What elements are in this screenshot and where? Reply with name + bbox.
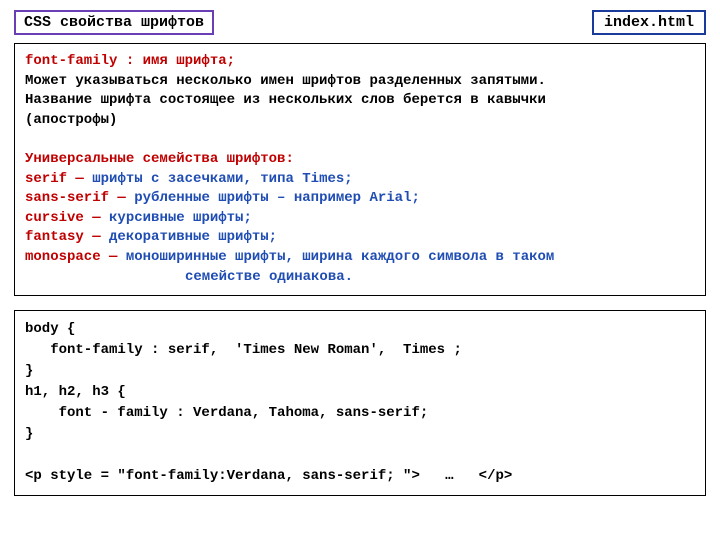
dash: — xyxy=(101,249,126,265)
dash: — xyxy=(109,190,134,206)
family-name: serif xyxy=(25,171,67,187)
desc-line: Может указываться несколько имен шрифтов… xyxy=(25,72,695,92)
family-row: serif — шрифты с засечками, типа Times; xyxy=(25,170,695,190)
page-title: CSS свойства шрифтов xyxy=(14,10,214,35)
family-row: sans-serif — рубленные шрифты – например… xyxy=(25,189,695,209)
family-row: семействе одинакова. xyxy=(25,268,695,288)
family-name: cursive xyxy=(25,210,84,226)
code-example-box: body { font-family : serif, 'Times New R… xyxy=(14,310,706,496)
family-desc-cont: семействе одинакова. xyxy=(25,268,353,288)
family-desc: курсивные шрифты; xyxy=(109,210,252,226)
header-row: CSS свойства шрифтов index.html xyxy=(14,10,706,35)
family-row: fantasy — декоративные шрифты; xyxy=(25,228,695,248)
desc-line: (апострофы) xyxy=(25,111,695,131)
family-desc: моноширинные шрифты, ширина каждого симв… xyxy=(126,249,554,265)
family-row: monospace — моноширинные шрифты, ширина … xyxy=(25,248,695,268)
family-desc: декоративные шрифты; xyxy=(109,229,277,245)
desc-line: Название шрифта состоящее из нескольких … xyxy=(25,91,695,111)
family-name: monospace xyxy=(25,249,101,265)
description-box: font-family : имя шрифта; Может указыват… xyxy=(14,43,706,296)
family-row: cursive — курсивные шрифты; xyxy=(25,209,695,229)
family-desc: шрифты с засечками, типа Times; xyxy=(92,171,352,187)
family-name: fantasy xyxy=(25,229,84,245)
dash: — xyxy=(67,171,92,187)
dash: — xyxy=(84,229,109,245)
dash: — xyxy=(84,210,109,226)
family-name: sans-serif xyxy=(25,190,109,206)
families-heading: Универсальные семейства шрифтов: xyxy=(25,150,695,170)
property-syntax: font-family : имя шрифта; xyxy=(25,53,235,69)
family-desc: рубленные шрифты – например Arial; xyxy=(134,190,420,206)
filename-label: index.html xyxy=(592,10,706,35)
